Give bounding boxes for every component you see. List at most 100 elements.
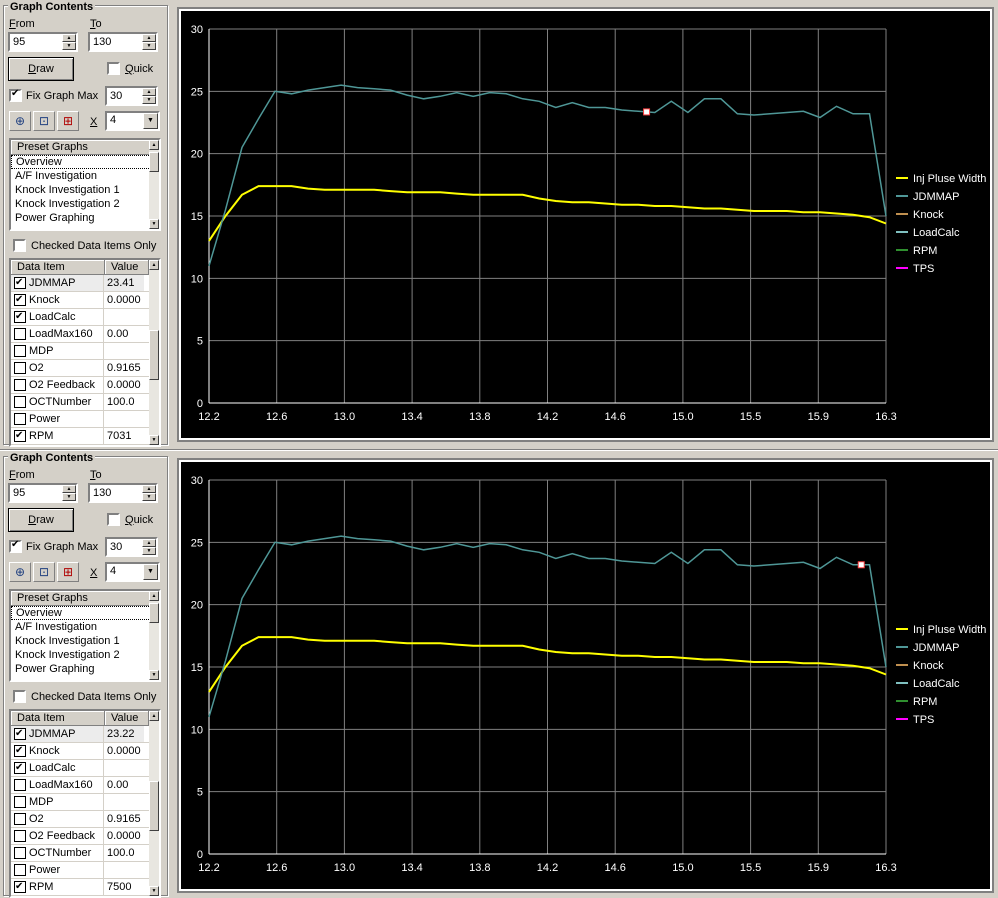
table-row[interactable]: O2 0.9165 bbox=[11, 811, 159, 828]
scroll-down-icon[interactable]: ▼ bbox=[149, 435, 159, 445]
preset-item[interactable]: Knock Investigation 2 bbox=[11, 197, 159, 211]
to-spin-buttons[interactable]: ▲ ▼ bbox=[142, 34, 156, 50]
data-item-checkbox[interactable] bbox=[14, 879, 26, 895]
data-item-checkbox[interactable] bbox=[14, 864, 26, 876]
line-chart[interactable]: 12.2 12.6 13.0 13.4 13.8 14.2 14.6 15.0 15.5 15.9… bbox=[179, 9, 992, 440]
spin-down-icon[interactable]: ▼ bbox=[142, 547, 156, 555]
data-item-checkbox[interactable] bbox=[14, 830, 26, 842]
fix-graph-max-stepper[interactable]: ▲ ▼ bbox=[105, 537, 158, 557]
quick-checkbox[interactable] bbox=[107, 62, 120, 75]
graph-area[interactable]: 12.2 12.6 13.0 13.4 13.8 14.2 14.6 15.0 15.5 15.9… bbox=[177, 7, 994, 442]
data-items-grid[interactable]: Data Item Value JDMMAP 23.41 Knock 0.0000 Lo… bbox=[9, 258, 161, 447]
to-stepper[interactable]: ▲ ▼ bbox=[88, 483, 158, 503]
scroll-down-icon[interactable]: ▼ bbox=[149, 219, 159, 229]
table-row[interactable]: Knock 0.0000 bbox=[11, 292, 159, 309]
preset-item[interactable]: Knock Investigation 1 bbox=[11, 183, 159, 197]
table-row[interactable]: JDMMAP 23.41 bbox=[11, 275, 159, 292]
spin-down-icon[interactable]: ▼ bbox=[142, 42, 156, 50]
to-input[interactable] bbox=[91, 486, 139, 500]
table-row[interactable]: Power bbox=[11, 411, 159, 428]
cursor-marker[interactable] bbox=[643, 108, 651, 116]
table-row[interactable]: LoadMax160 0.00 bbox=[11, 326, 159, 343]
spin-up-icon[interactable]: ▲ bbox=[142, 539, 156, 547]
scroll-up-icon[interactable]: ▲ bbox=[149, 140, 159, 150]
column-header-data-item[interactable]: Data Item bbox=[11, 711, 105, 725]
preset-item[interactable]: Power Graphing bbox=[11, 662, 159, 676]
x-scale-select[interactable]: 4 ▼ bbox=[105, 562, 160, 582]
graph-area[interactable]: 12.2 12.6 13.0 13.4 13.8 14.2 14.6 15.0 15.5 15.9… bbox=[177, 458, 994, 893]
spin-down-icon[interactable]: ▼ bbox=[62, 42, 76, 50]
data-item-checkbox[interactable] bbox=[14, 328, 26, 340]
spin-down-icon[interactable]: ▼ bbox=[62, 493, 76, 501]
from-input[interactable] bbox=[11, 486, 59, 500]
spin-up-icon[interactable]: ▲ bbox=[62, 34, 76, 42]
table-row[interactable]: RPM 7031 bbox=[11, 428, 159, 445]
line-chart[interactable]: 12.2 12.6 13.0 13.4 13.8 14.2 14.6 15.0 15.5 15.9… bbox=[179, 460, 992, 891]
data-items-grid[interactable]: Data Item Value JDMMAP 23.22 Knock 0.0000 Lo… bbox=[9, 709, 161, 898]
chevron-down-icon[interactable]: ▼ bbox=[143, 564, 158, 580]
table-row[interactable]: OCTNumber 100.0 bbox=[11, 394, 159, 411]
spin-up-icon[interactable]: ▲ bbox=[62, 485, 76, 493]
data-item-checkbox[interactable] bbox=[14, 743, 26, 759]
data-item-checkbox[interactable] bbox=[14, 275, 26, 291]
preset-item[interactable]: Knock Investigation 2 bbox=[11, 648, 159, 662]
data-item-checkbox[interactable] bbox=[14, 396, 26, 408]
scroll-up-icon[interactable]: ▲ bbox=[149, 711, 159, 721]
cursor-marker[interactable] bbox=[857, 561, 865, 569]
preset-item[interactable]: Knock Investigation 1 bbox=[11, 634, 159, 648]
table-row[interactable]: OCTNumber 100.0 bbox=[11, 845, 159, 862]
from-spin-buttons[interactable]: ▲ ▼ bbox=[62, 34, 76, 50]
zoom-fit-icon[interactable]: ⊡ bbox=[33, 111, 55, 131]
scroll-thumb[interactable] bbox=[149, 781, 159, 831]
preset-scrollbar[interactable]: ▲ ▼ bbox=[149, 591, 159, 680]
from-stepper[interactable]: ▲ ▼ bbox=[8, 32, 78, 52]
data-item-checkbox[interactable] bbox=[14, 309, 26, 325]
table-row[interactable]: JDMMAP 23.22 bbox=[11, 726, 159, 743]
table-row[interactable]: O2 Feedback 0.0000 bbox=[11, 828, 159, 845]
chevron-down-icon[interactable]: ▼ bbox=[143, 113, 158, 129]
preset-scrollbar[interactable]: ▲ ▼ bbox=[149, 140, 159, 229]
zoom-in-icon[interactable]: ⊕ bbox=[9, 562, 31, 582]
scroll-up-icon[interactable]: ▲ bbox=[149, 260, 159, 270]
column-header-value[interactable]: Value bbox=[105, 260, 149, 274]
column-header-data-item[interactable]: Data Item bbox=[11, 260, 105, 274]
data-items-scrollbar[interactable]: ▲ ▼ bbox=[149, 711, 159, 896]
spin-up-icon[interactable]: ▲ bbox=[142, 34, 156, 42]
checked-only-checkbox[interactable] bbox=[13, 690, 26, 703]
table-row[interactable]: LoadCalc bbox=[11, 309, 159, 326]
preset-graphs-list[interactable]: Preset Graphs Overview A/F Investigation K… bbox=[9, 589, 161, 682]
quick-checkbox[interactable] bbox=[107, 513, 120, 526]
table-row[interactable]: O2 0.9165 bbox=[11, 360, 159, 377]
scroll-thumb[interactable] bbox=[149, 152, 159, 172]
data-item-checkbox[interactable] bbox=[14, 345, 26, 357]
table-row[interactable]: RPM 7500 bbox=[11, 879, 159, 896]
from-stepper[interactable]: ▲ ▼ bbox=[8, 483, 78, 503]
preset-item[interactable]: Overview bbox=[11, 606, 159, 620]
scroll-down-icon[interactable]: ▼ bbox=[149, 886, 159, 896]
scroll-up-icon[interactable]: ▲ bbox=[149, 591, 159, 601]
table-row[interactable]: MDP bbox=[11, 343, 159, 360]
column-header-value[interactable]: Value bbox=[105, 711, 149, 725]
table-row[interactable]: MDP bbox=[11, 794, 159, 811]
data-item-checkbox[interactable] bbox=[14, 847, 26, 859]
table-row[interactable]: Knock 0.0000 bbox=[11, 743, 159, 760]
preset-item[interactable]: A/F Investigation bbox=[11, 169, 159, 183]
to-spin-buttons[interactable]: ▲ ▼ bbox=[142, 485, 156, 501]
data-item-checkbox[interactable] bbox=[14, 726, 26, 742]
to-input[interactable] bbox=[91, 35, 139, 49]
table-row[interactable]: Power bbox=[11, 862, 159, 879]
from-input[interactable] bbox=[11, 35, 59, 49]
scroll-thumb[interactable] bbox=[149, 330, 159, 380]
spin-up-icon[interactable]: ▲ bbox=[142, 485, 156, 493]
spin-down-icon[interactable]: ▼ bbox=[142, 493, 156, 501]
data-item-checkbox[interactable] bbox=[14, 796, 26, 808]
draw-button[interactable]: Draw bbox=[8, 57, 74, 81]
data-item-checkbox[interactable] bbox=[14, 813, 26, 825]
scroll-down-icon[interactable]: ▼ bbox=[149, 670, 159, 680]
zoom-in-icon[interactable]: ⊕ bbox=[9, 111, 31, 131]
data-item-checkbox[interactable] bbox=[14, 292, 26, 308]
preset-graphs-list[interactable]: Preset Graphs Overview A/F Investigation K… bbox=[9, 138, 161, 231]
zoom-fit-icon[interactable]: ⊡ bbox=[33, 562, 55, 582]
data-item-checkbox[interactable] bbox=[14, 362, 26, 374]
data-item-checkbox[interactable] bbox=[14, 760, 26, 776]
